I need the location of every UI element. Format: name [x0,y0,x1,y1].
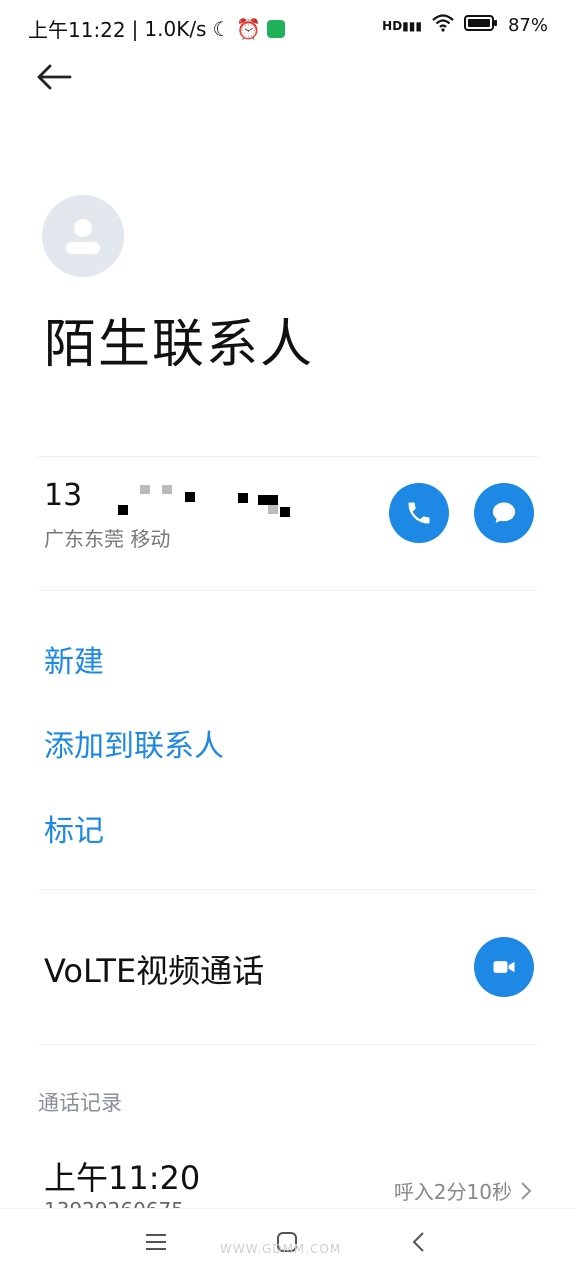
menu-icon [146,1234,166,1250]
message-button[interactable] [474,483,534,543]
add-to-contacts-button[interactable]: 添加到联系人 [44,721,224,765]
call-button[interactable] [389,483,449,543]
redaction-block [185,492,195,502]
call-log-detail-text: 呼入2分10秒 [393,1180,512,1204]
moon-icon: ☾ [212,16,231,41]
status-bar-right: HD▮▮▮ 87% [382,14,548,37]
divider [38,1044,538,1045]
battery-icon [463,14,498,37]
status-bar-left: 上午11:22 | 1.0K/s ☾ ⏰ [28,14,286,43]
arrow-left-icon [37,64,72,90]
status-time: 上午11:22 [28,18,126,42]
chat-bubble-icon [492,502,516,524]
phone-location: 广东东莞 移动 [44,527,171,551]
divider [38,889,538,890]
status-speed: 1.0K/s [144,16,207,41]
call-log-time: 上午11:20 [44,1159,201,1197]
volte-video-call-label: VoLTE视频通话 [44,952,265,990]
redaction-block [140,485,150,494]
chevron-left-icon [412,1232,424,1252]
mark-button[interactable]: 标记 [44,806,104,850]
redaction-block [268,505,278,514]
redaction-block [118,505,128,515]
redaction-block [238,493,248,503]
phone-icon [408,502,430,524]
watermark: WWW.GDMM.COM [220,1242,342,1256]
video-camera-icon [493,961,515,973]
divider [38,456,538,457]
nav-menu-button[interactable] [139,1225,173,1259]
nav-back-button[interactable] [401,1225,435,1259]
new-contact-button[interactable]: 新建 [44,637,104,681]
alarm-icon: ⏰ [236,16,262,41]
contact-name: 陌生联系人 [44,315,315,375]
signal-icon: HD▮▮▮ [382,18,422,33]
chevron-right-icon [521,1181,532,1200]
divider [38,590,538,591]
call-log-section-label: 通话记录 [38,1091,122,1115]
phone-app-icon [267,19,286,38]
call-log-detail[interactable]: 呼入2分10秒 [394,1176,532,1205]
video-call-button[interactable] [474,937,534,997]
back-button[interactable] [36,62,72,92]
wifi-icon [432,14,454,37]
person-icon [66,219,100,254]
phone-number[interactable]: 13 [44,478,82,513]
redaction-block [258,495,278,505]
redaction-block [162,485,172,494]
avatar [42,195,124,277]
redaction-block [280,507,290,517]
battery-percent: 87% [507,15,548,36]
